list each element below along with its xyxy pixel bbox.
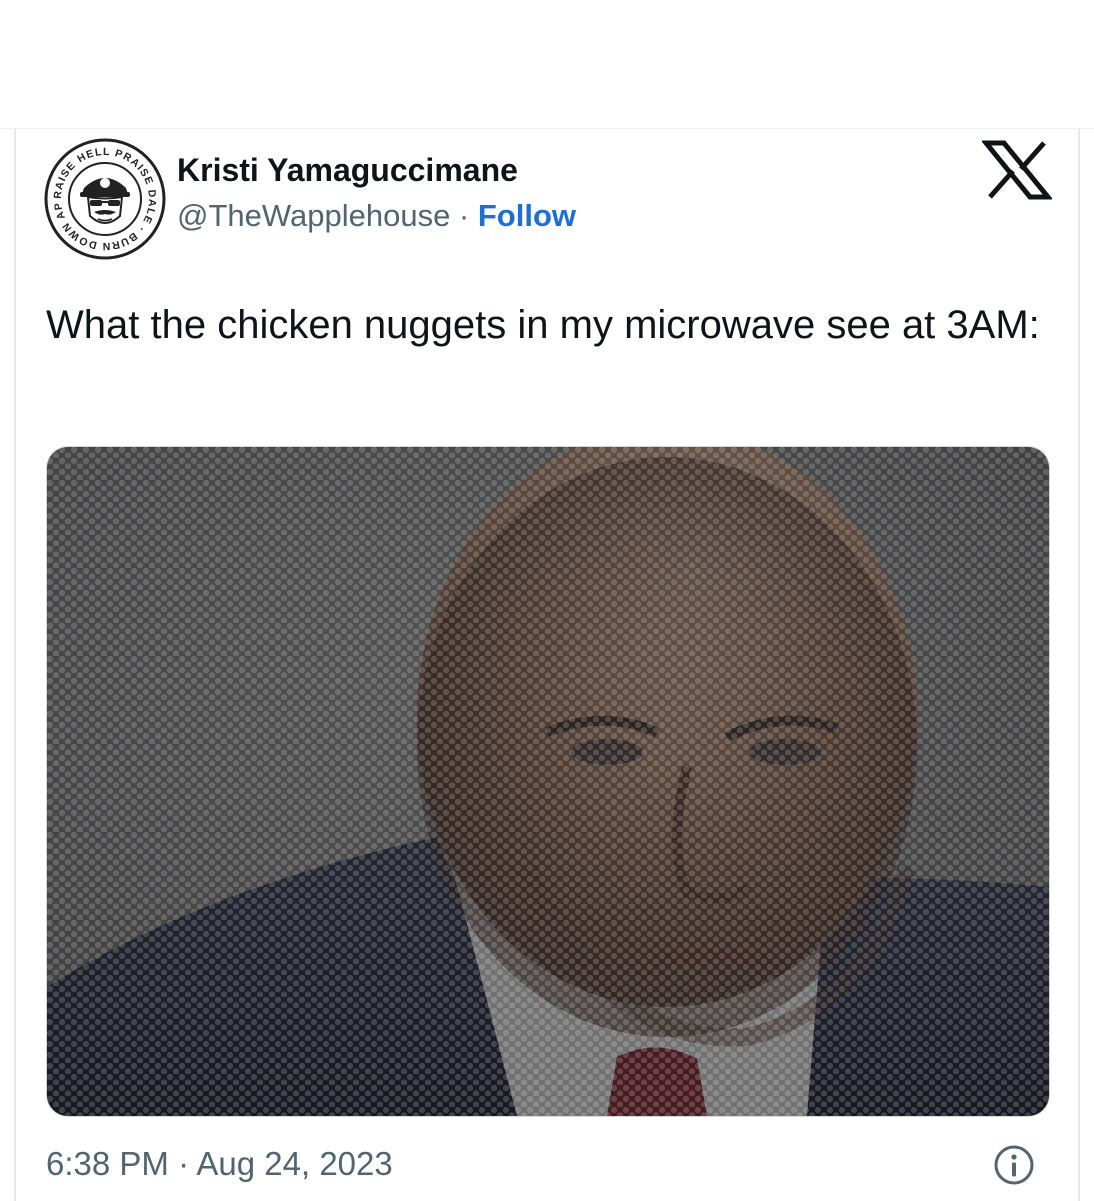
card-left-border [14,129,16,1201]
x-logo-icon[interactable] [982,140,1052,200]
info-icon[interactable] [992,1143,1036,1187]
card-right-border [1078,129,1080,1201]
author-handle-row: @TheWapplehouse · Follow [177,192,576,240]
follow-button[interactable]: Follow [478,198,576,233]
author-block: Kristi Yamaguccimane @TheWapplehouse · F… [177,148,576,240]
handle-separator: · [450,198,478,233]
tweet-text: What the chicken nuggets in my microwave… [46,303,1040,347]
restaurant-seal-avatar[interactable]: RAISE HELL PRAISE DALE · BURN DOWN APPLE… [44,138,166,260]
top-blank-area [0,0,1094,128]
tweet-media-image[interactable] [46,446,1050,1117]
tweet-timestamp[interactable]: 6:38 PM · Aug 24, 2023 [46,1140,393,1188]
microwave-mesh-overlay [47,447,1049,1116]
author-handle[interactable]: @TheWapplehouse [177,198,450,233]
photo-behind-microwave-mesh [47,447,1049,1116]
author-display-name[interactable]: Kristi Yamaguccimane [177,148,576,192]
